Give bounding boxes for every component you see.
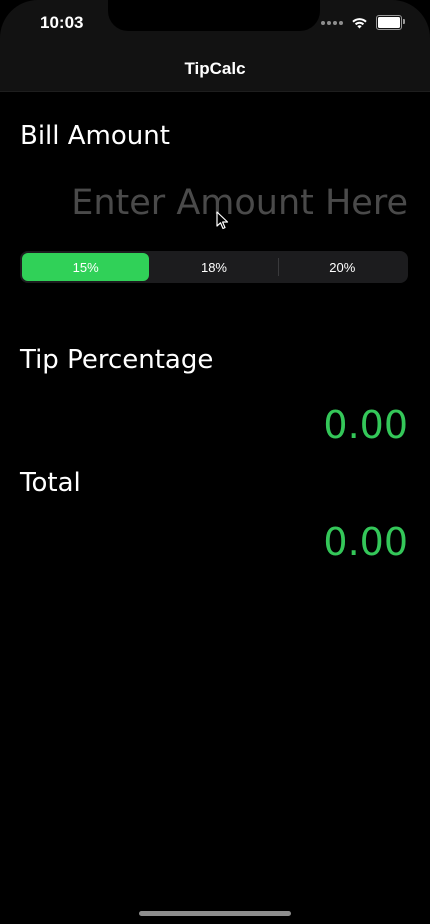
tip-option-18[interactable]: 18% bbox=[150, 253, 277, 281]
nav-title: TipCalc bbox=[184, 59, 246, 78]
home-indicator[interactable] bbox=[139, 911, 291, 916]
tip-option-15[interactable]: 15% bbox=[22, 253, 150, 281]
bill-amount-label: Bill Amount bbox=[20, 121, 170, 151]
status-icons bbox=[321, 15, 405, 30]
tip-option-20[interactable]: 20% bbox=[279, 253, 406, 281]
tip-percentage-selector: 15% 18% 20% bbox=[20, 251, 408, 283]
battery-level bbox=[378, 17, 400, 28]
tip-option-label: 15% bbox=[72, 259, 99, 275]
tip-option-label: 20% bbox=[329, 259, 356, 275]
tip-percentage-label: Tip Percentage bbox=[20, 345, 214, 375]
battery-icon bbox=[376, 15, 405, 30]
tip-option-label: 18% bbox=[200, 259, 227, 275]
device-notch bbox=[108, 0, 320, 31]
cellular-dots-icon bbox=[321, 20, 343, 25]
tip-value: 0.00 bbox=[323, 403, 408, 447]
status-time: 10:03 bbox=[40, 13, 84, 32]
mouse-pointer-icon bbox=[216, 211, 229, 230]
total-value: 0.00 bbox=[323, 520, 408, 564]
header-bar: 10:03 TipCalc bbox=[0, 0, 430, 92]
total-label: Total bbox=[20, 468, 81, 498]
phone-screen: 10:03 TipCalc Bill Amount 15% 18% bbox=[0, 0, 430, 924]
wifi-icon bbox=[352, 17, 367, 28]
